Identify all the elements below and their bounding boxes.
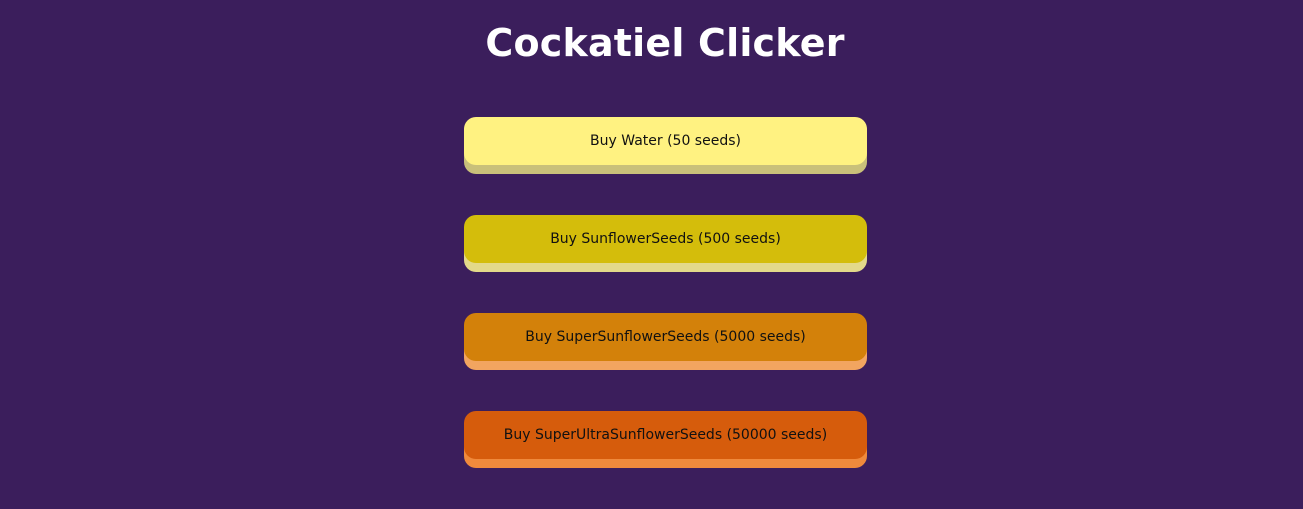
buy-sunflower-seeds-button[interactable]: Buy SunflowerSeeds (500 seeds) [464, 215, 867, 263]
buy-water-button[interactable]: Buy Water (50 seeds) [464, 117, 867, 165]
buy-super-ultra-sunflower-seeds-button[interactable]: Buy SuperUltraSunflowerSeeds (50000 seed… [464, 411, 867, 459]
shop-list: Buy Water (50 seeds) Buy SunflowerSeeds … [464, 117, 867, 509]
page-title: Cockatiel Clicker [485, 21, 845, 65]
buy-super-sunflower-seeds-button[interactable]: Buy SuperSunflowerSeeds (5000 seeds) [464, 313, 867, 361]
